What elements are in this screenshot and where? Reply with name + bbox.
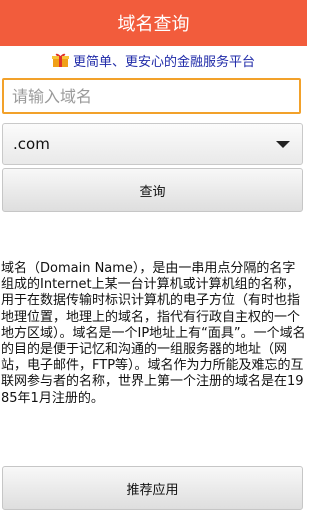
app-screen: 域名查询 更简单、更安心的金融服务平台 .com 查询 域名（Domain Na… <box>0 0 307 512</box>
promo-banner[interactable]: 更简单、更安心的金融服务平台 <box>0 48 307 72</box>
domain-input[interactable] <box>2 78 301 114</box>
query-button[interactable]: 查询 <box>2 168 303 212</box>
query-button-label: 查询 <box>139 184 166 200</box>
recommend-apps-label: 推荐应用 <box>126 482 179 498</box>
title-bar: 域名查询 <box>0 0 307 46</box>
dropdown-arrow-icon <box>276 141 290 148</box>
domain-suffix-select[interactable]: .com <box>2 123 303 165</box>
domain-description: 域名（Domain Name），是由一串用点分隔的名字组成的Internet上某… <box>1 261 306 406</box>
gift-icon <box>51 53 69 68</box>
page-title: 域名查询 <box>117 14 190 35</box>
promo-text: 更简单、更安心的金融服务平台 <box>72 54 255 70</box>
selected-suffix: .com <box>13 135 50 153</box>
recommend-apps-button[interactable]: 推荐应用 <box>2 466 303 510</box>
